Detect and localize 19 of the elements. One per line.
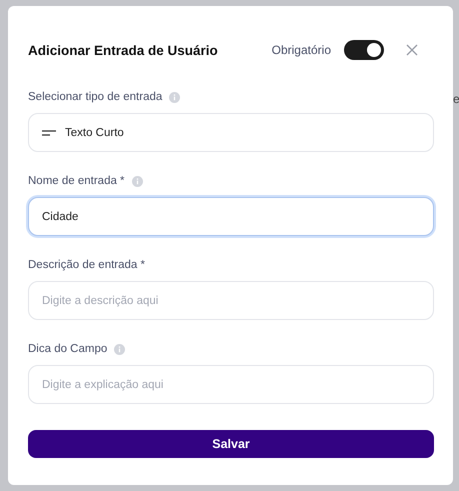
short-text-icon [42, 130, 56, 136]
close-button[interactable] [406, 44, 418, 56]
input-field[interactable]: Digite a descrição aqui [28, 281, 434, 320]
field-label: Dica do Campo [28, 343, 108, 355]
info-icon [169, 92, 180, 102]
select-value: Texto Curto [65, 126, 124, 138]
field-label: Descrição de entrada * [28, 259, 145, 271]
field-label: Selecionar tipo de entrada [28, 91, 162, 103]
required-toggle[interactable] [344, 40, 384, 60]
save-button[interactable]: Salvar [28, 430, 434, 458]
info-icon [132, 176, 143, 186]
dialog-title: Adicionar Entrada de Usuário [28, 42, 219, 58]
field-label: Nome de entrada * [28, 175, 125, 187]
input-field[interactable]: Digite a explicação aqui [28, 365, 434, 404]
input-type-select[interactable]: Texto Curto [28, 113, 434, 152]
info-icon [114, 344, 126, 354]
toggle-label: Obrigatório [272, 43, 331, 57]
background-text: e [453, 92, 459, 106]
input-field[interactable]: Cidade [28, 197, 434, 236]
